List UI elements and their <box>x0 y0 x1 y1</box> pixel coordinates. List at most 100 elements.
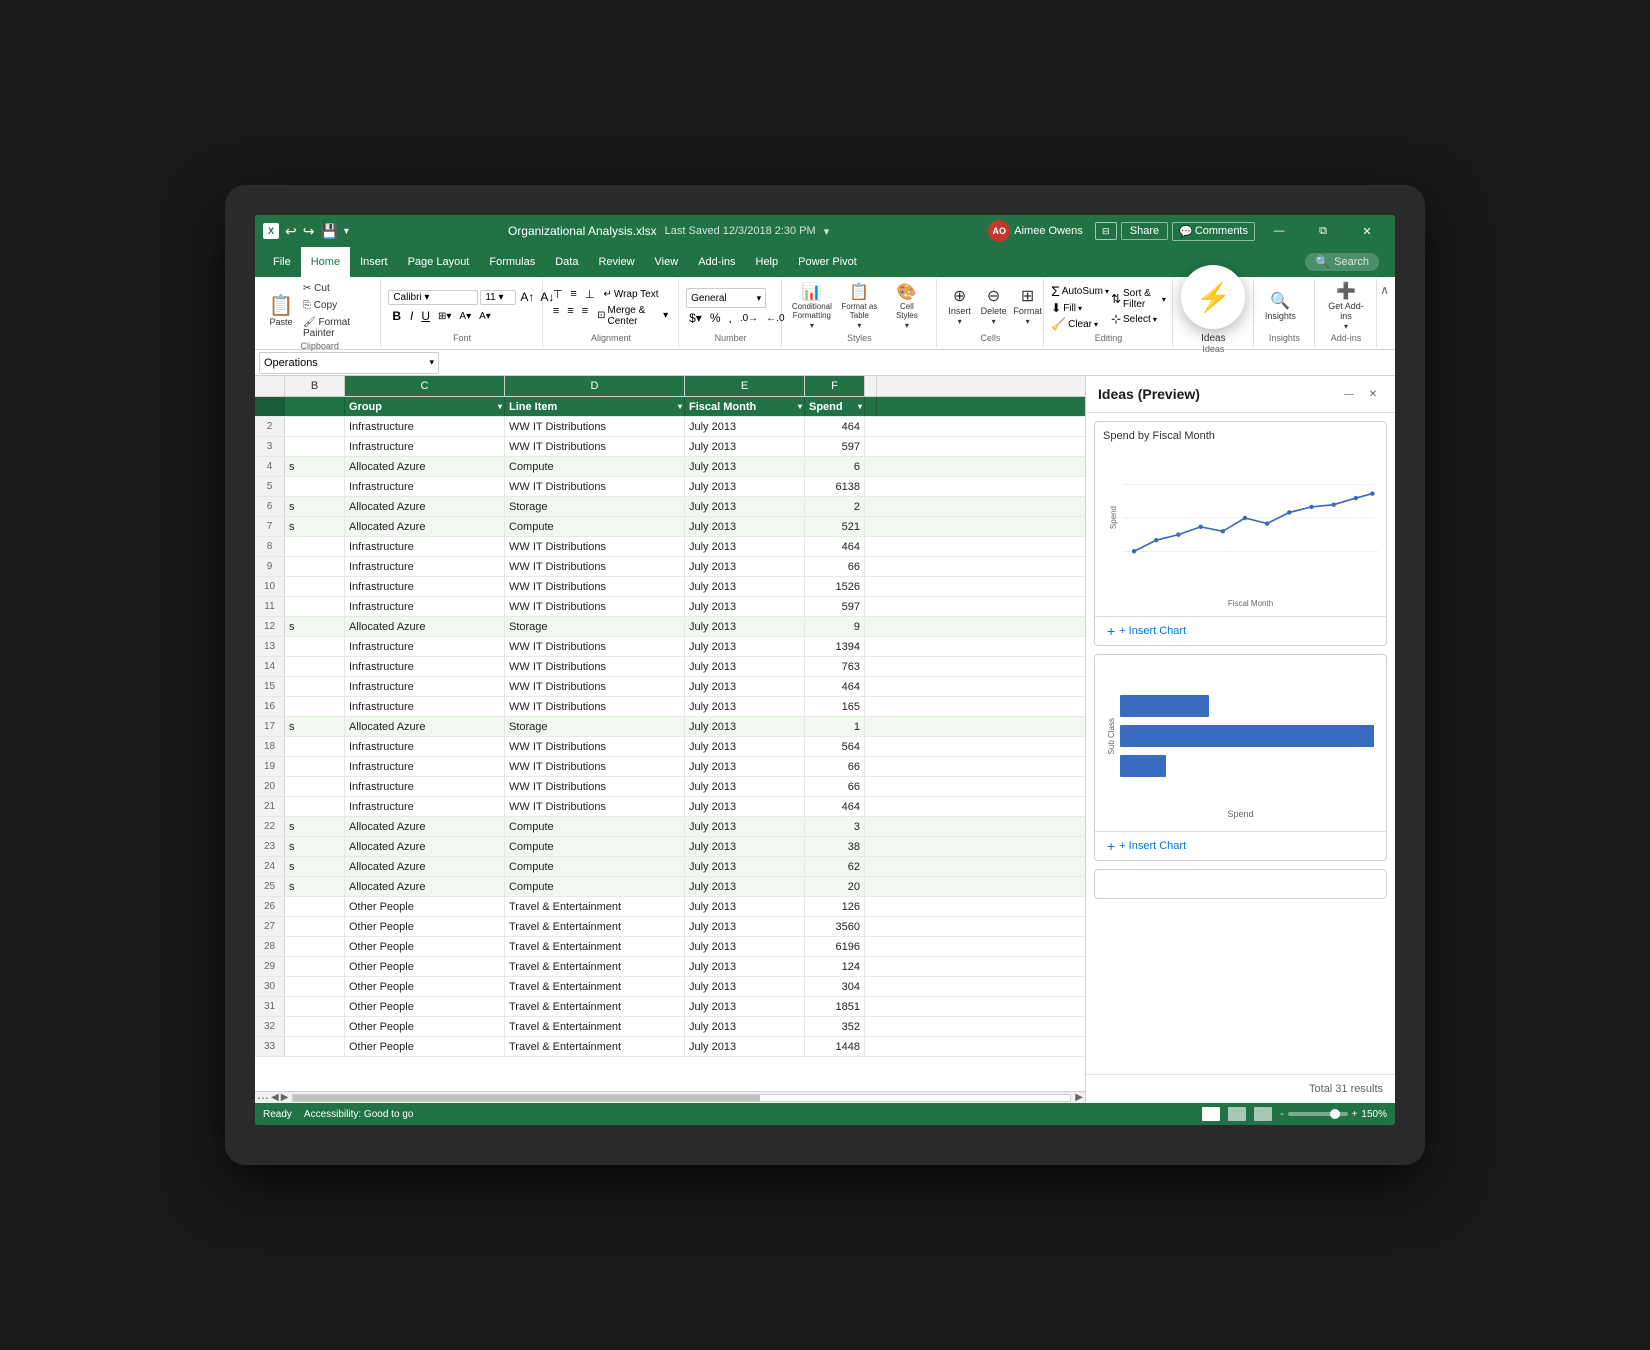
fill-color-btn[interactable]: A▾ <box>456 310 474 323</box>
table-row[interactable]: 10InfrastructureWW IT DistributionsJuly … <box>255 577 1085 597</box>
table-row[interactable]: 25sAllocated AzureComputeJuly 201320 <box>255 877 1085 897</box>
tab-addins[interactable]: Add-ins <box>688 247 745 277</box>
table-row[interactable]: 17sAllocated AzureStorageJuly 20131 <box>255 717 1085 737</box>
table-row[interactable]: 14InfrastructureWW IT DistributionsJuly … <box>255 657 1085 677</box>
tab-page-layout[interactable]: Page Layout <box>398 247 480 277</box>
zoom-plus[interactable]: + <box>1352 1109 1358 1120</box>
clear-arrow[interactable]: ▾ <box>1094 320 1098 329</box>
tab-power-pivot[interactable]: Power Pivot <box>788 247 867 277</box>
cell-styles-btn[interactable]: 🎨 Cell Styles ▾ <box>884 283 929 332</box>
comments-button[interactable]: 💬 Comments <box>1172 222 1255 241</box>
insert-btn[interactable]: ⊕ Insert ▾ <box>944 287 976 328</box>
col-header-f[interactable]: F <box>805 376 865 396</box>
share-button[interactable]: Share <box>1121 222 1168 240</box>
align-center-btn[interactable]: ≡ <box>564 304 576 328</box>
col-header-e[interactable]: E <box>685 376 805 396</box>
font-size-dropdown[interactable]: 11 ▾ <box>480 290 516 305</box>
sheet-tab-menu[interactable]: ⋯ <box>257 1091 269 1104</box>
border-btn[interactable]: ⊞▾ <box>435 310 454 323</box>
table-row[interactable]: 27Other PeopleTravel & EntertainmentJuly… <box>255 917 1085 937</box>
insert-arrow[interactable]: ▾ <box>958 317 962 326</box>
format-table-arrow[interactable]: ▾ <box>857 321 861 330</box>
table-row[interactable]: 26Other PeopleTravel & EntertainmentJuly… <box>255 897 1085 917</box>
tab-insert[interactable]: Insert <box>350 247 398 277</box>
table-row[interactable]: 30Other PeopleTravel & EntertainmentJuly… <box>255 977 1085 997</box>
insert-chart-1-btn[interactable]: + + Insert Chart <box>1095 616 1386 645</box>
tab-help[interactable]: Help <box>746 247 789 277</box>
copy-btn[interactable]: ⎘ Copy <box>299 298 374 313</box>
increase-decimal-btn[interactable]: .0→ <box>737 312 761 325</box>
currency-btn[interactable]: $▾ <box>686 310 705 326</box>
col-header-c[interactable]: C <box>345 376 505 396</box>
percent-btn[interactable]: % <box>707 310 724 326</box>
minimize-btn[interactable]: — <box>1259 215 1299 247</box>
delete-arrow[interactable]: ▾ <box>992 317 996 326</box>
h-scrollbar[interactable] <box>292 1094 1071 1102</box>
zoom-minus[interactable]: - <box>1280 1109 1283 1120</box>
normal-view-btn[interactable] <box>1202 1107 1220 1121</box>
table-row[interactable]: 29Other PeopleTravel & EntertainmentJuly… <box>255 957 1085 977</box>
tab-data[interactable]: Data <box>545 247 588 277</box>
paste-btn[interactable]: 📋 Paste <box>265 294 297 329</box>
italic-btn[interactable]: I <box>407 308 416 324</box>
tab-formulas[interactable]: Formulas <box>479 247 545 277</box>
save-dropdown[interactable]: ▾ <box>824 225 830 238</box>
table-row[interactable]: 13InfrastructureWW IT DistributionsJuly … <box>255 637 1085 657</box>
merge-dropdown-icon[interactable]: ▾ <box>663 310 668 321</box>
conditional-format-arrow[interactable]: ▾ <box>810 321 814 330</box>
undo-btn[interactable]: ↩ <box>285 223 297 240</box>
align-left-btn[interactable]: ≡ <box>550 304 562 328</box>
ribbon-display-btn[interactable]: ⊟ <box>1095 222 1117 240</box>
addins-arrow[interactable]: ▾ <box>1344 322 1348 331</box>
table-row[interactable]: 8InfrastructureWW IT DistributionsJuly 2… <box>255 537 1085 557</box>
table-row[interactable]: 4sAllocated AzureComputeJuly 20136 <box>255 457 1085 477</box>
scroll-right-end-btn[interactable]: ▶ <box>1075 1092 1083 1103</box>
table-row[interactable]: 18InfrastructureWW IT DistributionsJuly … <box>255 737 1085 757</box>
format-as-table-btn[interactable]: 📋 Format as Table ▾ <box>837 283 882 332</box>
sort-arrow[interactable]: ▾ <box>1162 295 1166 304</box>
lineitem-filter-arrow[interactable]: ▾ <box>678 402 682 411</box>
conditional-formatting-btn[interactable]: 📊 Conditional Formatting ▾ <box>789 283 834 332</box>
table-row[interactable]: 12sAllocated AzureStorageJuly 20139 <box>255 617 1085 637</box>
table-row[interactable]: 28Other PeopleTravel & EntertainmentJuly… <box>255 937 1085 957</box>
save-quick-btn[interactable]: 💾 <box>320 223 337 240</box>
tab-file[interactable]: File <box>263 247 301 277</box>
table-row[interactable]: 2InfrastructureWW IT DistributionsJuly 2… <box>255 417 1085 437</box>
delete-btn[interactable]: ⊖ Delete ▾ <box>978 287 1010 328</box>
table-row[interactable]: 21InfrastructureWW IT DistributionsJuly … <box>255 797 1085 817</box>
table-row[interactable]: 31Other PeopleTravel & EntertainmentJuly… <box>255 997 1085 1017</box>
font-color-btn[interactable]: A▾ <box>476 310 494 323</box>
underline-btn[interactable]: U <box>418 308 433 324</box>
scroll-left-btn[interactable]: ◀ <box>271 1092 279 1103</box>
cut-btn[interactable]: ✂ Cut <box>299 281 374 296</box>
cell-styles-arrow[interactable]: ▾ <box>905 321 909 330</box>
merge-center-btn[interactable]: ⊡ Merge & Center ▾ <box>593 304 672 328</box>
zoom-slider-track[interactable] <box>1288 1112 1348 1116</box>
search-box[interactable]: 🔍 Search <box>1305 253 1379 271</box>
ideas-btn[interactable]: ⚡ Ideas <box>1201 281 1225 344</box>
table-row[interactable]: 19InfrastructureWW IT DistributionsJuly … <box>255 757 1085 777</box>
collapse-ribbon-btn[interactable]: ∧ <box>1378 279 1391 347</box>
table-row[interactable]: 6sAllocated AzureStorageJuly 20132 <box>255 497 1085 517</box>
table-row[interactable]: 16InfrastructureWW IT DistributionsJuly … <box>255 697 1085 717</box>
table-row[interactable]: 24sAllocated AzureComputeJuly 201362 <box>255 857 1085 877</box>
table-row[interactable]: 11InfrastructureWW IT DistributionsJuly … <box>255 597 1085 617</box>
get-addins-btn[interactable]: ➕ Get Add-ins ▾ <box>1322 282 1370 333</box>
bold-btn[interactable]: B <box>388 307 405 325</box>
autosum-arrow[interactable]: ▾ <box>1105 287 1109 296</box>
table-row[interactable]: 32Other PeopleTravel & EntertainmentJuly… <box>255 1017 1085 1037</box>
tab-home[interactable]: Home <box>301 247 350 277</box>
operations-dropdown[interactable]: Operations ▾ <box>259 352 439 374</box>
comma-btn[interactable]: , <box>725 310 734 326</box>
number-format-dropdown[interactable]: General ▾ <box>686 288 766 308</box>
format-painter-btn[interactable]: 🖌 Format Painter <box>299 315 374 341</box>
font-name-dropdown[interactable]: Calibri ▾ <box>388 290 478 305</box>
table-row[interactable]: 22sAllocated AzureComputeJuly 20133 <box>255 817 1085 837</box>
select-arrow[interactable]: ▾ <box>1153 315 1157 324</box>
tab-view[interactable]: View <box>645 247 689 277</box>
ideas-close-btn[interactable]: ✕ <box>1363 384 1383 404</box>
insert-chart-2-btn[interactable]: + + Insert Chart <box>1095 831 1386 860</box>
wrap-text-btn[interactable]: ↵ Wrap Text <box>599 287 662 302</box>
user-avatar[interactable]: AO <box>988 220 1010 242</box>
table-row[interactable]: 20InfrastructureWW IT DistributionsJuly … <box>255 777 1085 797</box>
